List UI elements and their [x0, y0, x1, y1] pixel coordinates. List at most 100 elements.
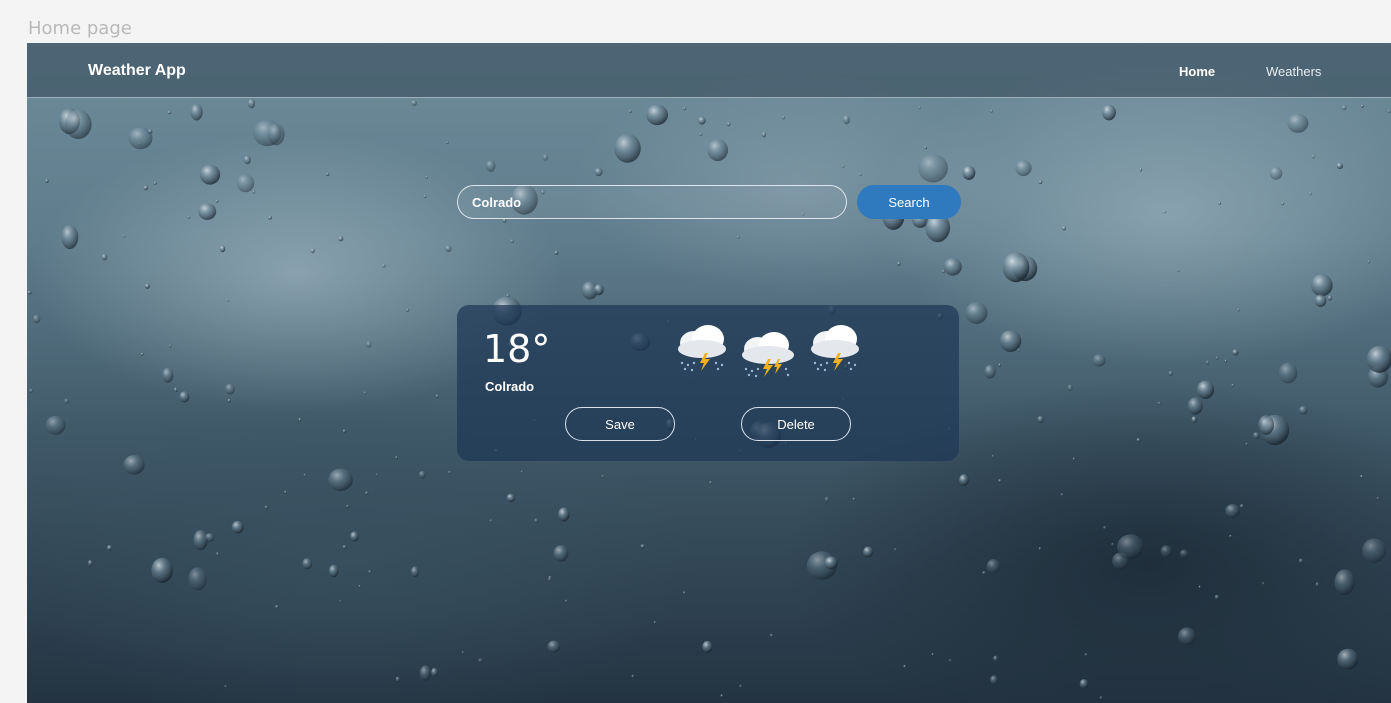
- rain-drop: [1258, 415, 1274, 435]
- search-input[interactable]: [457, 185, 847, 219]
- brand-title[interactable]: Weather App: [88, 62, 186, 80]
- rain-drop: [1060, 493, 1064, 497]
- rain-drop: [1177, 269, 1180, 272]
- rain-drop: [918, 106, 921, 110]
- rain-drop: [190, 103, 203, 121]
- rain-drop: [702, 640, 713, 653]
- rain-drop: [193, 530, 208, 551]
- rain-drop: [32, 314, 41, 324]
- rain-drop: [1102, 104, 1116, 121]
- rain-drop: [1160, 545, 1173, 558]
- rain-drop: [548, 577, 552, 582]
- rain-drop: [965, 302, 988, 324]
- rain-drop: [1366, 345, 1391, 373]
- rain-drop: [931, 652, 934, 656]
- rain-drop: [614, 133, 641, 163]
- rain-drop: [553, 545, 569, 562]
- rain-drop: [338, 236, 344, 242]
- rain-drop: [924, 146, 928, 150]
- rain-drop: [1361, 104, 1364, 108]
- rain-drop: [520, 470, 524, 474]
- rain-drop: [1187, 397, 1203, 415]
- rain-drop: [1269, 166, 1283, 180]
- rain-drop: [425, 175, 428, 179]
- rain-drop: [219, 245, 226, 253]
- rain-drop: [990, 675, 998, 685]
- rain-drop: [144, 283, 150, 289]
- rain-drop: [173, 387, 178, 393]
- rain-drop: [376, 473, 379, 477]
- rain-drop: [1084, 653, 1088, 657]
- rain-drop: [547, 640, 561, 653]
- rain-drop: [198, 203, 217, 220]
- rain-drop: [188, 567, 207, 591]
- rain-drop: [328, 468, 353, 492]
- rain-drop: [1099, 696, 1103, 700]
- rain-drop: [558, 507, 570, 522]
- rain-drop: [1062, 226, 1067, 231]
- rain-drop: [1376, 496, 1380, 500]
- rain-drop: [1287, 113, 1309, 133]
- rain-drop: [227, 398, 231, 403]
- rain-drop: [61, 224, 79, 249]
- rain-drop: [268, 215, 272, 220]
- nav-link-home[interactable]: Home: [1179, 64, 1215, 79]
- thunderstorm-cloud-icon: [742, 332, 794, 378]
- rain-drop: [565, 599, 568, 603]
- rain-drop: [1314, 294, 1327, 307]
- rain-drop: [990, 109, 993, 113]
- rain-drop: [1334, 569, 1355, 595]
- rain-drop: [87, 559, 93, 567]
- rain-drop: [1191, 416, 1197, 423]
- rain-drop: [310, 248, 315, 254]
- rain-drop: [781, 115, 786, 120]
- rain-drop: [236, 174, 255, 193]
- rain-drop: [640, 544, 645, 549]
- rain-drop: [143, 185, 149, 191]
- rain-drop: [123, 455, 145, 475]
- delete-button[interactable]: Delete: [741, 407, 851, 441]
- rain-drop: [27, 290, 32, 295]
- rain-drop: [1117, 534, 1144, 560]
- rain-drop: [1038, 180, 1043, 184]
- rain-drop: [1336, 162, 1344, 169]
- rain-drop: [445, 245, 452, 253]
- rain-drop: [328, 564, 339, 578]
- rain-drop: [486, 159, 496, 172]
- rain-drop: [1037, 415, 1045, 423]
- weather-card: 18° Colrado Save Delete: [457, 305, 959, 461]
- rain-drop: [1261, 582, 1265, 585]
- weather-app-canvas: Weather App Home Weathers Search 18° Col…: [27, 43, 1391, 703]
- rain-drop: [226, 299, 229, 302]
- search-button[interactable]: Search: [857, 185, 961, 219]
- rain-drop: [411, 100, 417, 106]
- rain-drop: [205, 533, 215, 542]
- rain-drop: [298, 417, 302, 422]
- rain-drop: [502, 218, 507, 223]
- rain-drop: [698, 116, 706, 125]
- city-name: Colrado: [485, 379, 535, 394]
- rain-drop: [1214, 594, 1220, 600]
- rain-drop: [824, 496, 830, 503]
- rain-drop: [897, 261, 901, 266]
- rain-drop: [893, 548, 898, 552]
- rain-drop: [646, 104, 668, 126]
- rain-drop: [247, 98, 256, 109]
- rain-drop: [720, 694, 724, 698]
- rain-drop: [1215, 356, 1219, 360]
- rain-drop: [1218, 201, 1222, 205]
- rain-drop: [761, 131, 767, 138]
- rain-drop: [45, 179, 49, 183]
- rain-drop: [107, 545, 113, 551]
- nav-link-weathers[interactable]: Weathers: [1266, 64, 1321, 79]
- rain-drop: [709, 481, 713, 485]
- rain-drop: [1341, 105, 1347, 111]
- rain-drop: [411, 566, 419, 578]
- rain-drop: [1067, 384, 1073, 392]
- rain-drop: [364, 391, 367, 395]
- rain-drop: [140, 352, 144, 356]
- save-button[interactable]: Save: [565, 407, 675, 441]
- rain-drop: [187, 215, 191, 219]
- rain-drop: [252, 190, 256, 194]
- rain-drop: [1038, 547, 1042, 551]
